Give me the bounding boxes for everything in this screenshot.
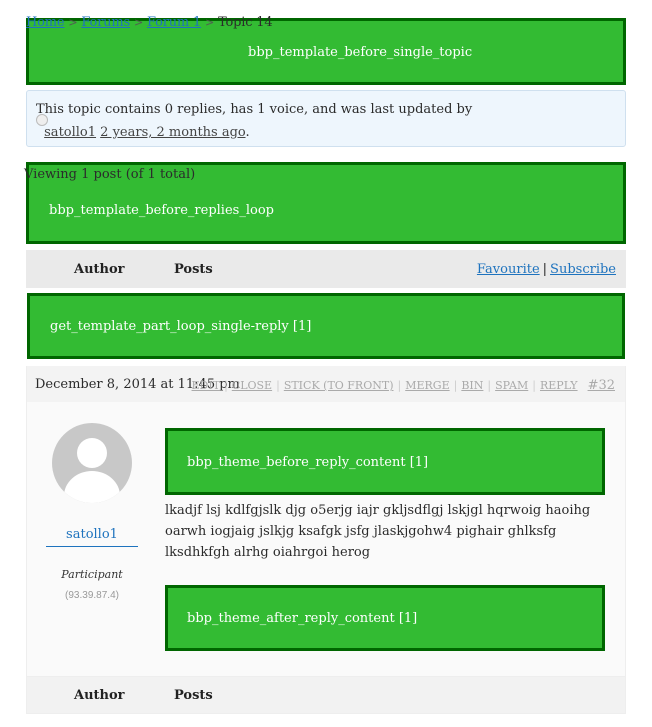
pipe-separator: | <box>276 379 280 392</box>
reply-author-link[interactable]: satollo1 <box>46 527 138 547</box>
hook-label: bbp_template_before_single_topic <box>248 45 473 60</box>
reply-content: lkadjf lsj kdlfgjslk djg o5erjg iajr gkl… <box>165 503 591 560</box>
replies-header: Author Posts Favourite | Subscribe <box>26 250 626 288</box>
pipe-separator: | <box>397 379 402 392</box>
author-ip: (93.39.87.4) <box>65 590 119 601</box>
hook-loop-single-reply: get_template_part_loop_single-reply [1] <box>27 293 625 359</box>
breadcrumb-forums[interactable]: Forums <box>81 15 130 30</box>
merge-link[interactable]: MERGE <box>405 379 449 392</box>
topic-info-text: This topic contains 0 replies, has 1 voi… <box>36 102 473 117</box>
bin-link[interactable]: BIN <box>461 379 483 392</box>
header-author: Author <box>74 262 125 277</box>
hook-label: bbp_template_before_replies_loop <box>49 203 274 218</box>
avatar-shoulders-shape <box>64 471 120 503</box>
subscribe-link[interactable]: Subscribe <box>550 262 616 277</box>
pipe-separator: | <box>224 379 228 392</box>
hook-label: bbp_theme_after_reply_content [1] <box>187 611 418 626</box>
replies-footer: Author Posts <box>26 676 626 714</box>
footer-posts: Posts <box>174 688 213 703</box>
last-updated-user-link[interactable]: satollo1 <box>44 125 96 140</box>
period: . <box>245 125 250 140</box>
pipe-separator: | <box>532 379 536 392</box>
pipe-separator: | <box>453 379 458 392</box>
breadcrumb-current: Topic 14 <box>218 15 273 30</box>
reply-permalink[interactable]: #32 <box>588 378 615 393</box>
pipe-separator: | <box>487 379 492 392</box>
breadcrumb-separator: > <box>68 16 78 29</box>
avatar-head-shape <box>77 438 107 468</box>
hook-before-replies-loop: Viewing 1 post (of 1 total) bbp_template… <box>24 162 626 244</box>
hook-label: get_template_part_loop_single-reply [1] <box>50 319 312 334</box>
reply-header: December 8, 2014 at 11:45 pm EDIT | CLOSE |… <box>26 366 626 402</box>
reply-admin-links: EDIT | CLOSE | STICK (TO FRONT) | MERGE | BIN | SP… <box>192 378 615 393</box>
hook-after-reply-content: bbp_theme_after_reply_content [1] <box>165 585 605 651</box>
breadcrumb-separator: > <box>133 16 143 29</box>
topic-actions: Favourite | Subscribe <box>477 262 616 277</box>
breadcrumb-separator: > <box>205 16 215 29</box>
breadcrumb: Home > Forums > Forum 1 > Topic 14 <box>26 15 273 30</box>
pagination-count: Viewing 1 post (of 1 total) <box>24 167 196 182</box>
close-link[interactable]: CLOSE <box>232 379 272 392</box>
reply-link[interactable]: REPLY <box>540 379 578 392</box>
topic-info-notice: This topic contains 0 replies, has 1 voi… <box>26 90 626 147</box>
hook-before-reply-content: bbp_theme_before_reply_content [1] <box>165 428 605 495</box>
footer-author: Author <box>74 688 125 703</box>
breadcrumb-forum-1[interactable]: Forum 1 <box>147 15 201 30</box>
action-separator: | <box>542 262 548 277</box>
freshness-link[interactable]: 2 years, 2 months ago <box>100 125 245 140</box>
breadcrumb-home[interactable]: Home <box>26 15 65 30</box>
spam-link[interactable]: SPAM <box>495 379 528 392</box>
default-avatar-icon[interactable] <box>52 423 132 503</box>
edit-link[interactable]: EDIT <box>192 379 221 392</box>
hook-label: bbp_theme_before_reply_content [1] <box>187 455 429 470</box>
author-role: Participant <box>61 568 123 581</box>
favourite-link[interactable]: Favourite <box>477 262 540 277</box>
mini-avatar-icon <box>36 114 48 126</box>
stick-link[interactable]: STICK (TO FRONT) <box>284 379 394 392</box>
header-posts: Posts <box>174 262 213 277</box>
